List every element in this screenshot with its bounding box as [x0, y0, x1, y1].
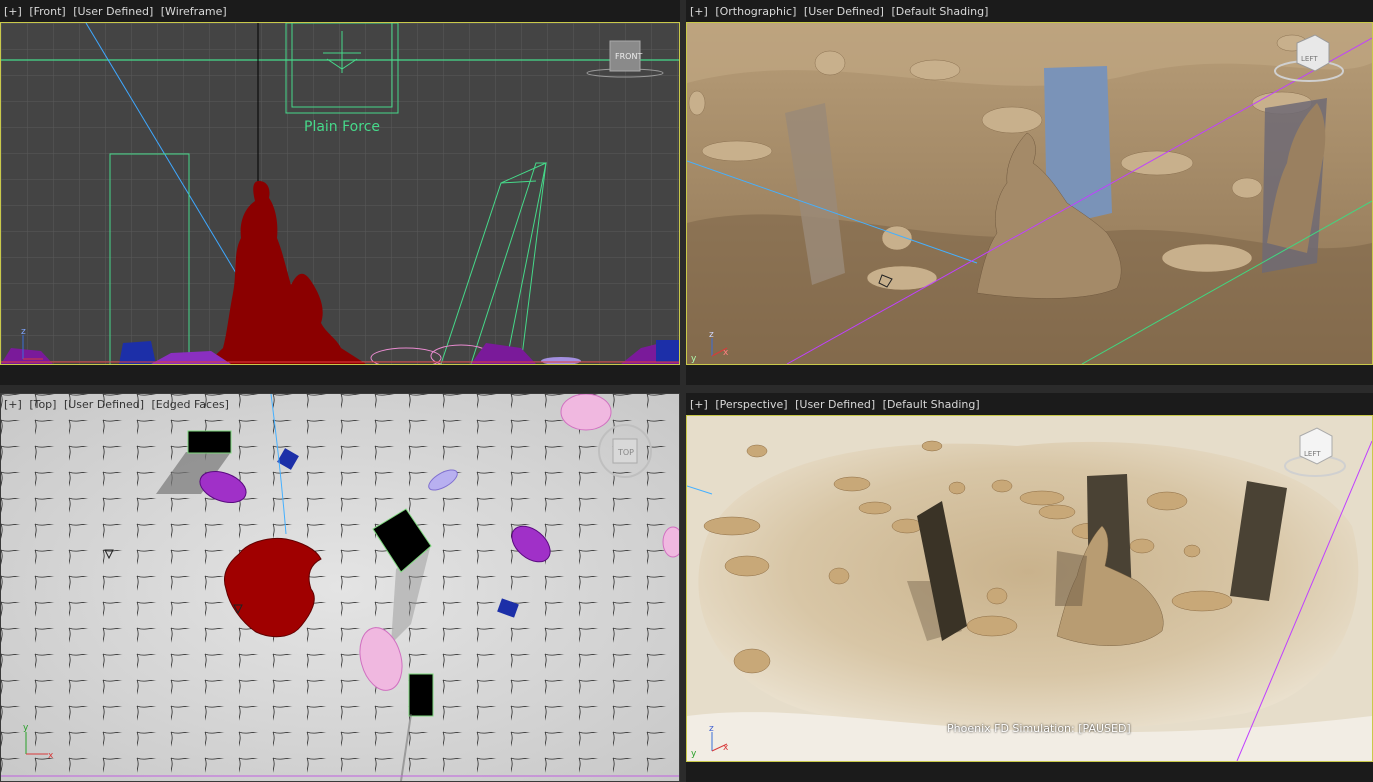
viewport-top-label[interactable]: [+] [Top] [User Defined] [Edged Faces]	[4, 398, 233, 411]
svg-text:y: y	[691, 749, 697, 759]
viewport-menu-plus[interactable]: [+]	[690, 398, 708, 411]
simulation-status: Phoenix FD Simulation: [PAUSED]	[947, 722, 1131, 735]
plain-force-label: Plain Force	[304, 119, 380, 135]
svg-text:x: x	[48, 751, 54, 761]
viewport-menu-plus[interactable]: [+]	[4, 5, 22, 18]
svg-text:x: x	[723, 743, 729, 753]
viewport-shading-menu[interactable]: [Default Shading]	[891, 5, 988, 18]
svg-text:z: z	[709, 330, 714, 340]
viewport-view-menu[interactable]: [Orthographic]	[715, 5, 796, 18]
viewport-shading-menu[interactable]: [Edged Faces]	[152, 398, 229, 411]
viewport-ortho-canvas[interactable]: z x y LEFT	[686, 22, 1373, 365]
viewport-view-menu[interactable]: [Front]	[29, 5, 65, 18]
viewport-view-menu[interactable]: [Top]	[29, 398, 56, 411]
viewport-front[interactable]: [+] [Front] [User Defined] [Wireframe] P…	[0, 0, 680, 385]
svg-text:z: z	[21, 327, 26, 337]
viewport-preset-menu[interactable]: [User Defined]	[804, 5, 884, 18]
svg-text:FRONT: FRONT	[615, 52, 642, 61]
mirror-rect-3	[408, 673, 434, 717]
viewport-menu-plus[interactable]: [+]	[4, 398, 22, 411]
viewport-shading-menu[interactable]: [Default Shading]	[883, 398, 980, 411]
viewport-front-label[interactable]: [+] [Front] [User Defined] [Wireframe]	[4, 5, 231, 18]
svg-text:y: y	[23, 723, 29, 733]
svg-text:LEFT: LEFT	[1301, 55, 1318, 63]
persp-scene: z x y LEFT	[687, 416, 1372, 761]
viewport-persp-label[interactable]: [+] [Perspective] [User Defined] [Defaul…	[690, 398, 984, 411]
top-scene: y x TOP	[1, 394, 679, 781]
viewport-ortho-label[interactable]: [+] [Orthographic] [User Defined] [Defau…	[690, 5, 992, 18]
viewport-persp-canvas[interactable]: z x y LEFT Phoenix FD Simulation: [PAUSE…	[686, 415, 1373, 762]
viewport-perspective[interactable]: [+] [Perspective] [User Defined] [Defaul…	[686, 393, 1373, 782]
viewport-front-canvas[interactable]: Plain Force z FRONT	[0, 22, 680, 365]
svg-text:z: z	[709, 724, 714, 734]
viewport-top-canvas[interactable]: y x TOP	[0, 393, 680, 782]
viewport-top[interactable]: y x TOP [+] [Top] [User Defined] [Edged …	[0, 393, 680, 782]
front-scene: Plain Force z FRONT	[1, 23, 679, 364]
viewport-menu-plus[interactable]: [+]	[690, 5, 708, 18]
viewport-preset-menu[interactable]: [User Defined]	[73, 5, 153, 18]
svg-text:x: x	[723, 348, 729, 358]
mirror-rect-1	[187, 430, 232, 454]
viewport-shading-menu[interactable]: [Wireframe]	[161, 5, 227, 18]
svg-text:LEFT: LEFT	[1304, 450, 1321, 458]
viewport-preset-menu[interactable]: [User Defined]	[64, 398, 144, 411]
viewport-orthographic[interactable]: [+] [Orthographic] [User Defined] [Defau…	[686, 0, 1373, 385]
viewport-view-menu[interactable]: [Perspective]	[715, 398, 787, 411]
viewport-preset-menu[interactable]: [User Defined]	[795, 398, 875, 411]
ortho-scene: z x y LEFT	[687, 23, 1372, 364]
svg-text:TOP: TOP	[617, 448, 634, 457]
svg-text:y: y	[691, 354, 697, 364]
